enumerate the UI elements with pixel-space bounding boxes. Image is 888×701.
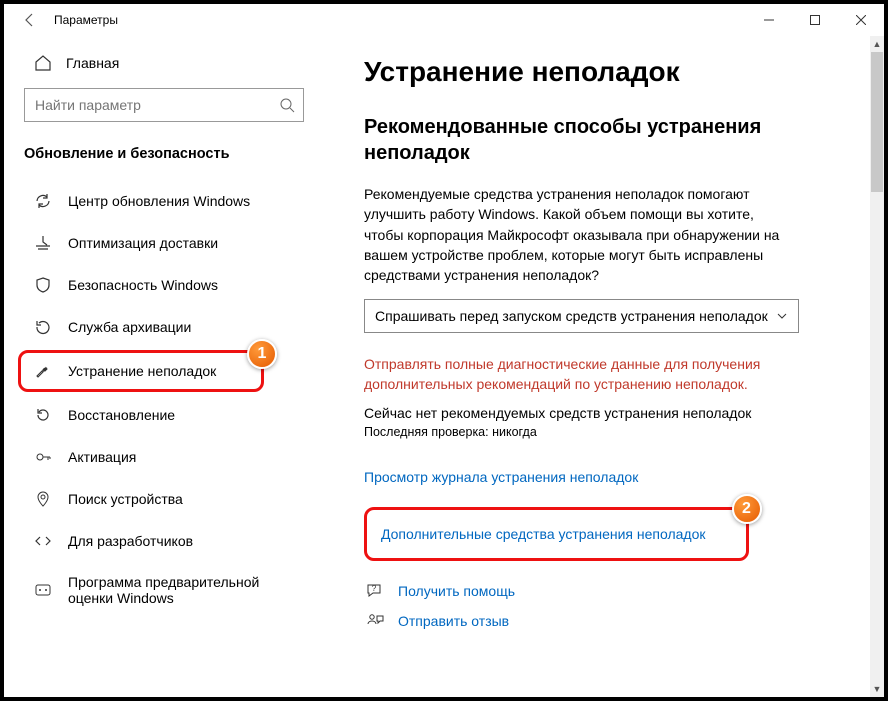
sidebar-item-label: Оптимизация доставки: [68, 235, 218, 251]
scroll-up-icon[interactable]: ▲: [873, 36, 882, 52]
troubleshoot-mode-dropdown[interactable]: Спрашивать перед запуском средств устран…: [364, 299, 799, 333]
delivery-icon: [34, 234, 52, 252]
additional-troubleshooters-link[interactable]: Дополнительные средства устранения непол…: [381, 526, 706, 542]
shield-icon: [34, 276, 52, 294]
sidebar-item-developers[interactable]: Для разработчиков: [4, 520, 324, 562]
dropdown-value: Спрашивать перед запуском средств устран…: [375, 308, 768, 324]
sidebar-item-recovery[interactable]: Восстановление: [4, 394, 324, 436]
status-text: Сейчас нет рекомендуемых средств устране…: [364, 405, 854, 421]
sidebar-item-delivery-optimization[interactable]: Оптимизация доставки: [4, 222, 324, 264]
scroll-down-icon[interactable]: ▼: [873, 681, 882, 697]
sidebar-item-backup[interactable]: Служба архивации: [4, 306, 324, 348]
sidebar-item-label: Безопасность Windows: [68, 277, 218, 293]
minimize-button[interactable]: [746, 4, 792, 36]
close-button[interactable]: [838, 4, 884, 36]
insider-icon: [34, 581, 52, 599]
get-help-link[interactable]: ? Получить помощь: [364, 581, 854, 601]
recovery-icon: [34, 406, 52, 424]
home-icon: [34, 54, 52, 72]
get-help-label: Получить помощь: [398, 583, 515, 599]
search-input[interactable]: [24, 88, 304, 122]
window-controls: [746, 4, 884, 36]
chevron-down-icon: [776, 310, 788, 322]
key-icon: [34, 448, 52, 466]
scrollbar[interactable]: ▲ ▼: [870, 36, 884, 697]
code-icon: [34, 532, 52, 550]
maximize-button[interactable]: [792, 4, 838, 36]
sidebar-item-windows-security[interactable]: Безопасность Windows: [4, 264, 324, 306]
wrench-icon: [34, 362, 52, 380]
search-icon: [279, 97, 295, 113]
last-check-text: Последняя проверка: никогда: [364, 425, 854, 439]
sidebar: Главная Обновление и безопасность Центр …: [4, 36, 324, 697]
scroll-thumb[interactable]: [871, 52, 883, 192]
sidebar-item-windows-update[interactable]: Центр обновления Windows: [4, 180, 324, 222]
additional-troubleshooters-box: Дополнительные средства устранения непол…: [364, 507, 749, 561]
search-field[interactable]: [35, 97, 279, 113]
history-link[interactable]: Просмотр журнала устранения неполадок: [364, 469, 638, 485]
sidebar-item-insider[interactable]: Программа предварительной оценки Windows: [4, 562, 324, 618]
sidebar-item-label: Центр обновления Windows: [68, 193, 250, 209]
sidebar-item-label: Восстановление: [68, 407, 175, 423]
sidebar-item-label: Устранение неполадок: [68, 363, 216, 379]
sidebar-item-label: Служба архивации: [68, 319, 191, 335]
diagnostic-warning-link[interactable]: Отправлять полные диагностические данные…: [364, 355, 804, 394]
description-text: Рекомендуемые средства устранения непола…: [364, 184, 794, 285]
feedback-icon: [364, 611, 386, 631]
backup-icon: [34, 318, 52, 336]
annotation-badge-1: 1: [247, 339, 277, 369]
annotation-badge-2: 2: [732, 494, 762, 524]
window-title: Параметры: [54, 13, 118, 27]
page-subheading: Рекомендованные способы устранения непол…: [364, 114, 804, 166]
titlebar: Параметры: [4, 4, 884, 36]
home-label: Главная: [66, 55, 119, 71]
section-title: Обновление и безопасность: [4, 142, 324, 180]
help-icon: ?: [364, 581, 386, 601]
sidebar-item-find-device[interactable]: Поиск устройства: [4, 478, 324, 520]
home-link[interactable]: Главная: [4, 46, 324, 88]
feedback-label: Отправить отзыв: [398, 613, 509, 629]
back-button[interactable]: [14, 4, 46, 36]
sidebar-item-label: Активация: [68, 449, 136, 465]
main-panel: Устранение неполадок Рекомендованные спо…: [324, 36, 884, 697]
sidebar-item-activation[interactable]: Активация: [4, 436, 324, 478]
location-icon: [34, 490, 52, 508]
feedback-link[interactable]: Отправить отзыв: [364, 611, 854, 631]
sidebar-item-label: Поиск устройства: [68, 491, 183, 507]
page-heading: Устранение неполадок: [364, 56, 854, 88]
svg-text:?: ?: [372, 584, 377, 593]
sidebar-item-label: Программа предварительной оценки Windows: [68, 574, 304, 606]
sidebar-item-troubleshoot[interactable]: Устранение неполадок 1: [18, 350, 264, 392]
sync-icon: [34, 192, 52, 210]
sidebar-item-label: Для разработчиков: [68, 533, 193, 549]
